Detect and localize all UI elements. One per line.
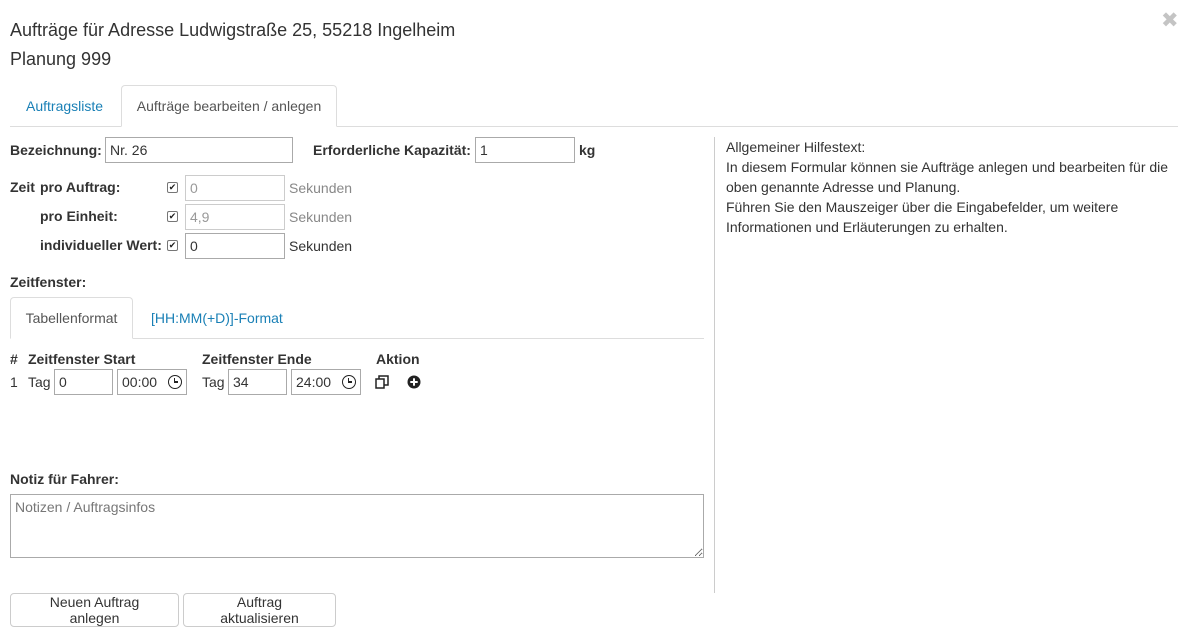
start-tag-label: Tag	[28, 374, 51, 390]
col-header-action: Aktion	[376, 351, 420, 367]
end-tag-input[interactable]	[228, 369, 287, 395]
tab-tabellenformat[interactable]: Tabellenformat	[10, 297, 133, 339]
col-header-index: #	[10, 351, 18, 367]
neuen-auftrag-button[interactable]: Neuen Auftrag anlegen	[10, 593, 179, 627]
individuell-input[interactable]	[185, 233, 285, 259]
start-tag-input[interactable]	[54, 369, 113, 395]
pro-auftrag-unit: Sekunden	[289, 180, 353, 196]
kapazitaet-unit: kg	[579, 142, 596, 158]
zeitfenster-label: Zeitfenster:	[10, 274, 87, 290]
individuell-unit: Sekunden	[289, 238, 353, 254]
clock-icon[interactable]	[168, 375, 182, 389]
auftrag-aktualisieren-button[interactable]: Auftrag aktualisieren	[183, 593, 336, 627]
kapazitaet-label: Erforderliche Kapazität:	[313, 142, 471, 158]
pro-auftrag-label: pro Auftrag:	[40, 179, 121, 195]
individuell-label: individueller Wert:	[40, 237, 162, 253]
close-icon[interactable]: ✖	[1161, 10, 1179, 32]
col-header-end: Zeitfenster Ende	[202, 351, 312, 367]
end-tag-label: Tag	[202, 374, 225, 390]
pro-auftrag-checkbox[interactable]: ✔	[167, 182, 178, 193]
individuell-checkbox[interactable]: ✔	[167, 240, 178, 251]
clock-icon[interactable]	[342, 375, 356, 389]
pro-einheit-checkbox[interactable]: ✔	[167, 211, 178, 222]
pro-einheit-unit: Sekunden	[289, 209, 353, 225]
bezeichnung-label: Bezeichnung:	[10, 142, 102, 158]
pro-einheit-label: pro Einheit:	[40, 208, 118, 224]
kapazitaet-input[interactable]	[475, 137, 575, 163]
plus-circle-icon[interactable]	[407, 375, 421, 389]
modal-subtitle: Planung 999	[10, 49, 112, 69]
start-time-input[interactable]: 00:00	[117, 369, 187, 395]
notiz-label: Notiz für Fahrer:	[10, 471, 119, 487]
end-time-input[interactable]: 24:00	[291, 369, 361, 395]
tab-auftraege-bearbeiten[interactable]: Aufträge bearbeiten / anlegen	[121, 85, 337, 127]
pro-einheit-input[interactable]	[185, 204, 285, 230]
end-time-value: 24:00	[296, 374, 332, 390]
column-divider	[714, 137, 715, 593]
col-header-start: Zeitfenster Start	[28, 351, 136, 367]
notiz-textarea[interactable]	[10, 494, 704, 558]
help-text-2: Führen Sie den Mauszeiger über die Einga…	[726, 199, 1119, 235]
tab-hhmm-format[interactable]: [HH:MM(+D)]-Format	[151, 310, 283, 326]
help-panel: Allgemeiner Hilfestext: In diesem Formul…	[726, 137, 1178, 237]
help-text-1: In diesem Formular können sie Aufträge a…	[726, 159, 1169, 195]
start-time-value: 00:00	[122, 374, 158, 390]
row-index: 1	[10, 374, 18, 390]
help-heading: Allgemeiner Hilfestext:	[726, 139, 866, 155]
copy-icon[interactable]	[375, 375, 390, 389]
bezeichnung-input[interactable]	[105, 137, 293, 163]
modal-title: Aufträge für Adresse Ludwigstraße 25, 55…	[10, 20, 456, 40]
pro-auftrag-input[interactable]	[185, 175, 285, 201]
tab-auftragsliste[interactable]: Auftragsliste	[26, 98, 103, 114]
zeit-label: Zeit	[10, 179, 35, 195]
